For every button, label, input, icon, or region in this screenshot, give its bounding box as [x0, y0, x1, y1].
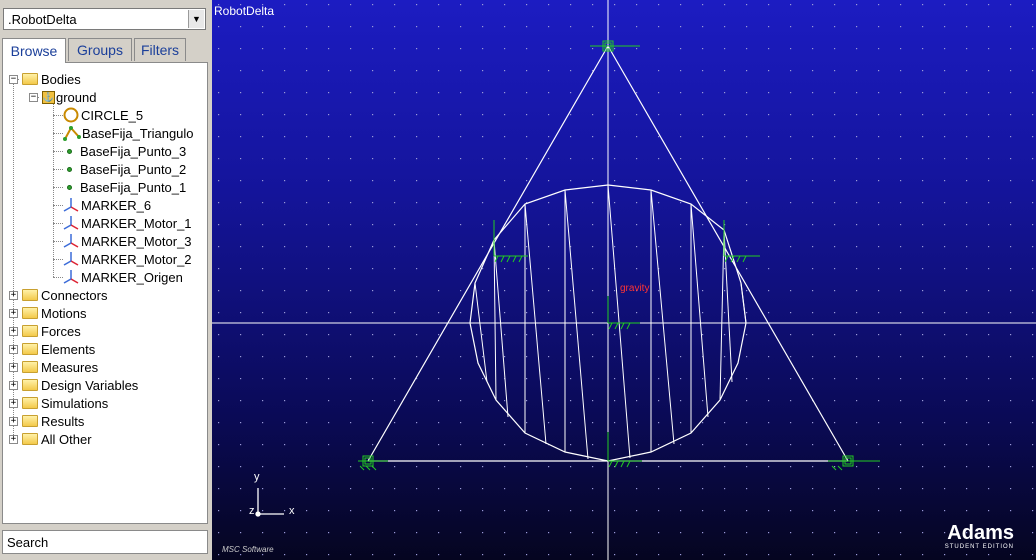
point-icon: [67, 148, 72, 154]
model-browser-panel: .RobotDelta ▼ Browse Groups Filters − Bo…: [0, 0, 212, 560]
anchor-icon: ⚓: [42, 90, 55, 104]
tree-item-results[interactable]: + Results: [9, 412, 84, 430]
tree-item-forces[interactable]: + Forces: [9, 322, 81, 340]
folder-icon: [22, 361, 38, 373]
tab-groups[interactable]: Groups: [68, 38, 132, 61]
tree-item-measures[interactable]: + Measures: [9, 358, 98, 376]
grid-dots: [212, 0, 1036, 560]
folder-icon: [22, 307, 38, 319]
folder-icon: [22, 397, 38, 409]
tree-item-marker[interactable]: MARKER_Origen: [63, 268, 183, 286]
marker-icon: [63, 216, 79, 230]
collapse-icon[interactable]: −: [9, 74, 18, 84]
point-icon: [67, 184, 72, 190]
marker-icon: [63, 270, 79, 284]
tree-item-design-variables[interactable]: + Design Variables: [9, 376, 138, 394]
model-selector-dropdown[interactable]: .RobotDelta ▼: [3, 8, 206, 30]
folder-icon: [22, 343, 38, 355]
expand-icon[interactable]: +: [9, 416, 18, 426]
chevron-down-icon[interactable]: ▼: [188, 10, 204, 28]
folder-icon: [22, 289, 38, 301]
triad-x-label: x: [289, 505, 295, 517]
expand-icon[interactable]: +: [9, 290, 18, 300]
expand-icon[interactable]: +: [9, 380, 18, 390]
folder-icon: [22, 433, 38, 445]
modeling-viewport[interactable]: RobotDelta gravity y z x MSC Software Ad…: [212, 0, 1036, 560]
point-icon: [67, 166, 72, 172]
expand-icon[interactable]: +: [9, 398, 18, 408]
circle-icon: [63, 107, 79, 123]
adams-logo: Adams: [947, 522, 1014, 544]
model-tree: − Bodies − ⚓ ground CIRCLE_5 BaseFija_Tr…: [2, 62, 208, 524]
model-selector-value: .RobotDelta: [8, 12, 77, 27]
tree-item-elements[interactable]: + Elements: [9, 340, 95, 358]
tree-item-marker[interactable]: MARKER_Motor_1: [63, 214, 192, 232]
tree-item-polyline[interactable]: BaseFija_Triangulo: [63, 124, 194, 142]
tree-item-simulations[interactable]: + Simulations: [9, 394, 108, 412]
triad-y-label: y: [254, 471, 260, 483]
folder-icon: [22, 379, 38, 391]
tree-item-point[interactable]: BaseFija_Punto_2: [63, 160, 186, 178]
tree-item-point[interactable]: BaseFija_Punto_1: [63, 178, 186, 196]
tree-item-marker[interactable]: MARKER_Motor_3: [63, 232, 192, 250]
tree-item-marker[interactable]: MARKER_6: [63, 196, 151, 214]
triad-z-label: z: [249, 505, 255, 517]
tree-item-motions[interactable]: + Motions: [9, 304, 87, 322]
search-input[interactable]: [7, 532, 203, 552]
adams-edition-label: STUDENT EDITION: [944, 544, 1014, 550]
viewport-canvas[interactable]: [212, 0, 1036, 560]
browser-tabs: Browse Groups Filters: [2, 38, 210, 63]
tab-filters[interactable]: Filters: [134, 38, 186, 61]
tree-item-ground[interactable]: − ⚓ ground: [29, 88, 96, 106]
marker-icon: [63, 252, 79, 266]
msc-software-logo: MSC Software: [222, 545, 274, 554]
tree-item-marker[interactable]: MARKER_Motor_2: [63, 250, 192, 268]
tree-item-connectors[interactable]: + Connectors: [9, 286, 107, 304]
tree-item-circle[interactable]: CIRCLE_5: [63, 106, 143, 124]
collapse-icon[interactable]: −: [29, 92, 38, 102]
folder-icon: [22, 73, 38, 85]
folder-icon: [22, 325, 38, 337]
search-box[interactable]: [2, 530, 208, 554]
marker-icon: [63, 234, 79, 248]
expand-icon[interactable]: +: [9, 308, 18, 318]
marker-icon: [63, 198, 79, 212]
expand-icon[interactable]: +: [9, 434, 18, 444]
tree-item-point[interactable]: BaseFija_Punto_3: [63, 142, 186, 160]
tab-browse[interactable]: Browse: [2, 38, 66, 63]
tree-item-all-other[interactable]: + All Other: [9, 430, 92, 448]
expand-icon[interactable]: +: [9, 362, 18, 372]
expand-icon[interactable]: +: [9, 344, 18, 354]
viewport-title: RobotDelta: [214, 4, 275, 18]
tree-item-bodies[interactable]: − Bodies: [9, 70, 81, 88]
folder-icon: [22, 415, 38, 427]
gravity-label: gravity: [620, 283, 650, 294]
expand-icon[interactable]: +: [9, 326, 18, 336]
polyline-icon: [63, 126, 81, 141]
